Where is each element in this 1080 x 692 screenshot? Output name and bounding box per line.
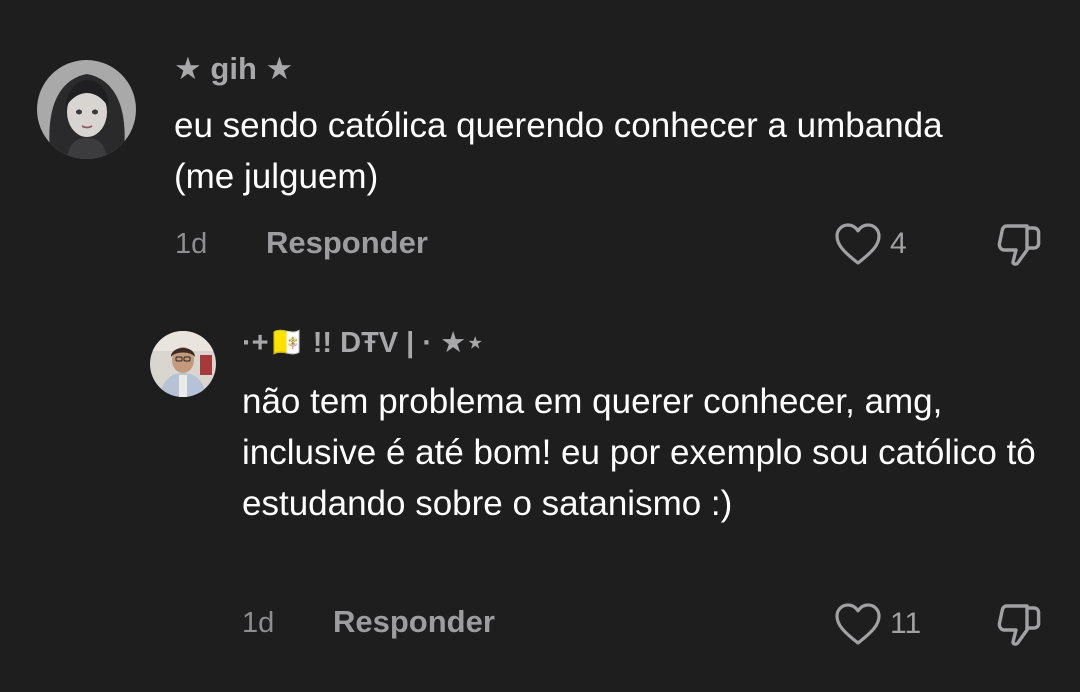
thumbs-down-outline-icon [997,604,1041,646]
reply-reply-button[interactable]: Responder [333,604,495,640]
heart-outline-icon [835,603,881,645]
reply-like-button[interactable]: 11 [834,602,921,646]
comment-username[interactable]: ★ gih ★ [174,51,293,87]
reply-avatar-image [150,331,216,397]
avatar[interactable] [37,60,136,159]
avatar-image [37,60,136,159]
reply-avatar[interactable] [150,331,216,397]
reply-button[interactable]: Responder [266,225,428,261]
like-button[interactable]: 4 [834,222,907,266]
reply-dislike-button[interactable] [994,600,1044,653]
reply-like-count: 11 [890,607,922,640]
dislike-button[interactable] [994,220,1044,273]
reply-text: não tem problema em querer conhecer, amg… [242,382,1036,523]
reply-comment: ·+🇻🇦 !! DŦV | · ★⋆ não tem problema em q… [0,300,1080,692]
thumbs-down-outline-icon [997,224,1041,266]
comment-timestamp: 1d [175,228,208,260]
reply-username[interactable]: ·+🇻🇦 !! DŦV | · ★⋆ [242,325,484,360]
like-count: 4 [890,227,907,260]
comment-text: eu sendo católica querendo conhecer a um… [174,106,943,196]
comment: ★ gih ★ eu sendo católica querendo conhe… [0,0,1080,290]
heart-outline-icon [835,223,881,265]
reply-timestamp: 1d [242,607,275,639]
